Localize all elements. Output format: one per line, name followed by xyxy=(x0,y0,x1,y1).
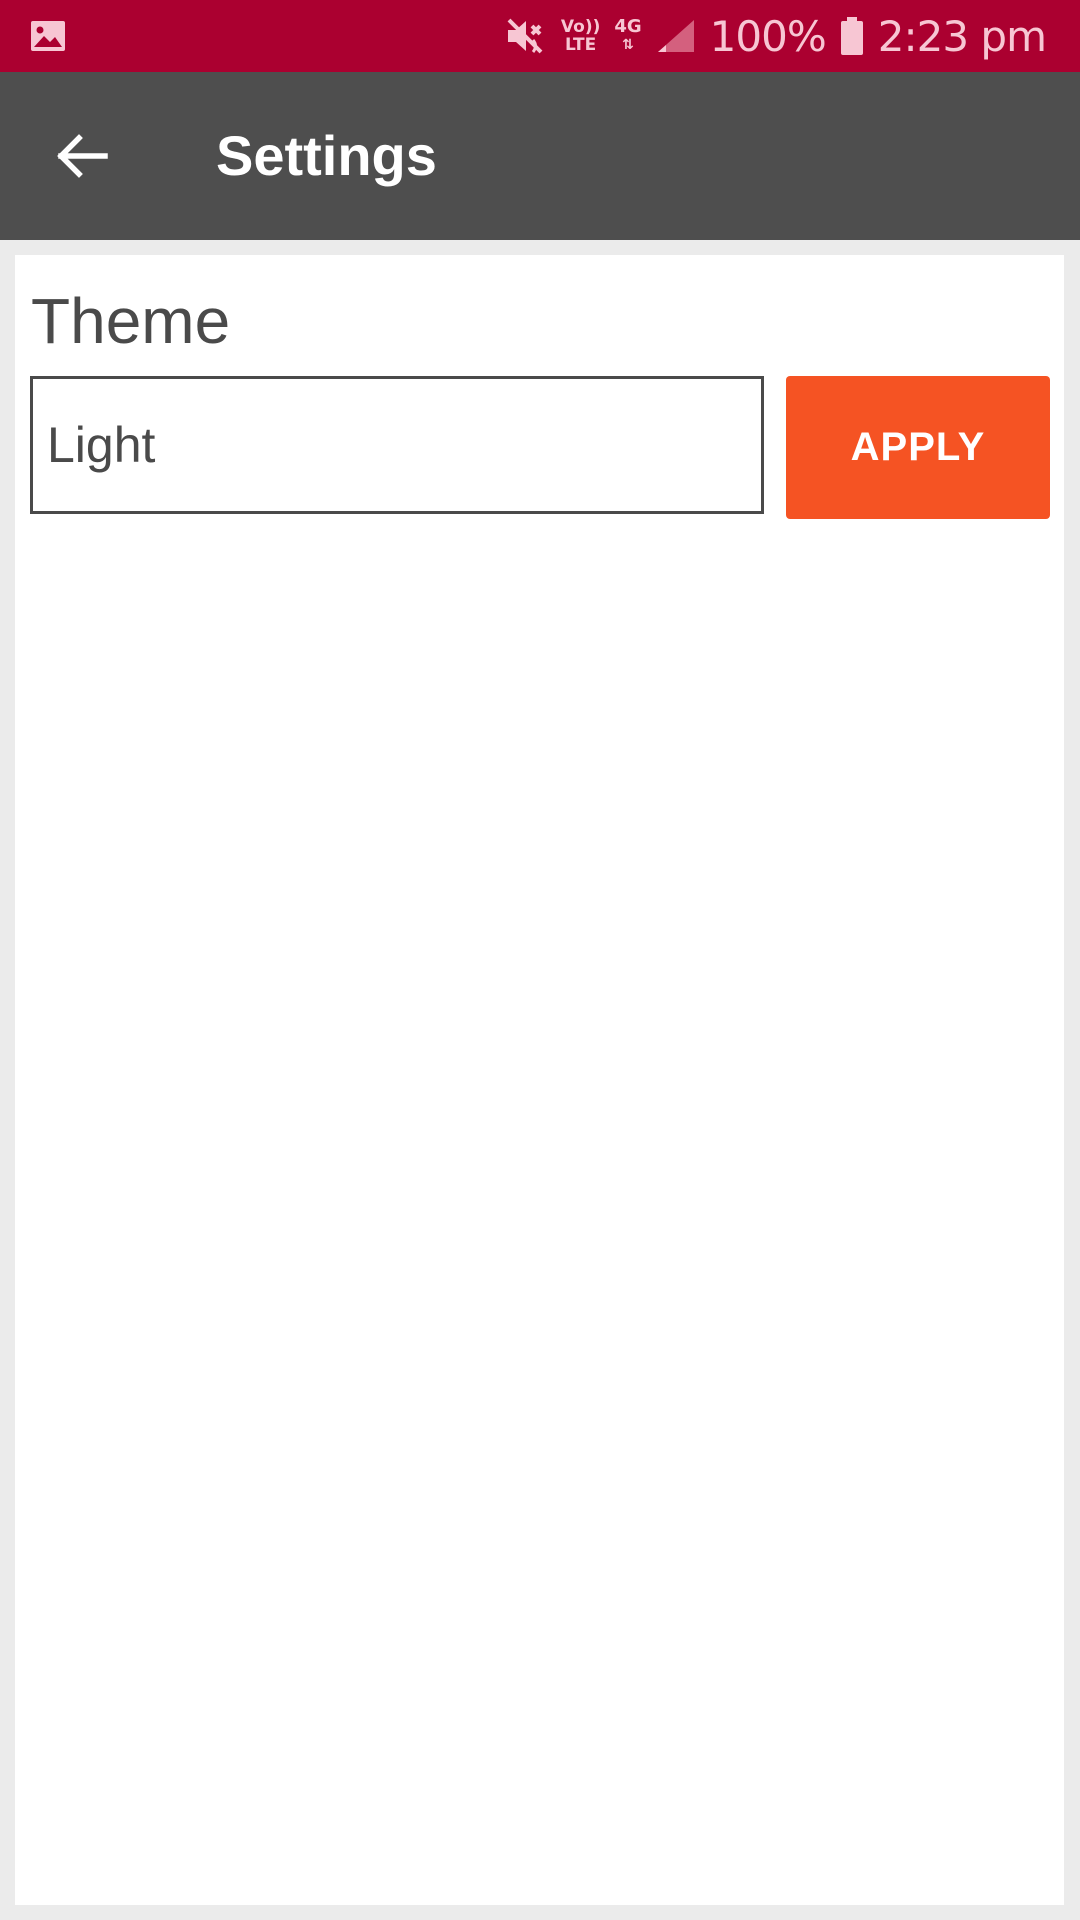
arrow-back-icon xyxy=(57,134,108,178)
battery-icon xyxy=(840,17,863,55)
theme-value: Light xyxy=(47,417,156,473)
volte-icon: Vo)) LTE xyxy=(560,17,601,55)
signal-icon xyxy=(657,20,694,52)
apply-label: APPLY xyxy=(850,425,986,469)
settings-content: Theme Light APPLY xyxy=(15,255,1064,1905)
page-title: Settings xyxy=(216,124,437,187)
apply-button[interactable]: APPLY xyxy=(786,376,1050,519)
gallery-icon xyxy=(31,21,65,51)
battery-percent: 100% xyxy=(709,11,827,61)
4g-icon: 4G ⇅ xyxy=(614,16,642,54)
mute-icon xyxy=(507,18,543,54)
theme-label: Theme xyxy=(31,285,231,357)
app-bar: Settings xyxy=(0,72,1080,240)
status-bar: Vo)) LTE 4G ⇅ 100% 2:23 pm xyxy=(0,0,1080,72)
back-button[interactable] xyxy=(42,116,122,196)
theme-field[interactable]: Light xyxy=(30,376,764,514)
clock: 2:23 pm xyxy=(877,11,1047,61)
